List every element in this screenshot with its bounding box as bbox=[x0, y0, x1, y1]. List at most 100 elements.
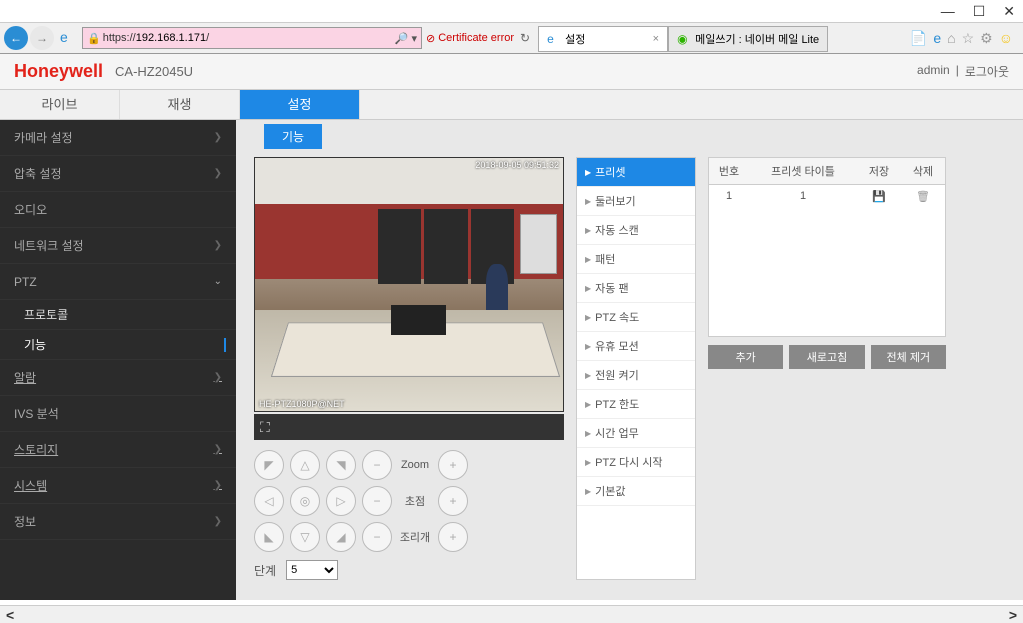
sidebar-item-info[interactable]: 정보❯ bbox=[0, 504, 236, 540]
app-header: Honeywell CA-HZ2045U admin | 로그아웃 bbox=[0, 54, 1023, 90]
home-icon[interactable]: ⌂ bbox=[947, 30, 955, 46]
func-item-limit[interactable]: ▶PTZ 한도 bbox=[577, 390, 695, 419]
triangle-icon: ▶ bbox=[585, 168, 591, 177]
osd-time: 2018-09-05 09:51:32 bbox=[475, 160, 559, 170]
func-item-tour[interactable]: ▶둘러보기 bbox=[577, 187, 695, 216]
preset-body[interactable]: 1 1 💾 🗑 bbox=[709, 185, 945, 335]
zoom-out-button[interactable]: − bbox=[362, 450, 392, 480]
func-item-pattern[interactable]: ▶패턴 bbox=[577, 245, 695, 274]
back-button[interactable]: ← bbox=[4, 26, 28, 50]
ptz-down-button[interactable]: ▽ bbox=[290, 522, 320, 552]
step-select[interactable]: 5 bbox=[286, 560, 338, 580]
col-save: 저장 bbox=[857, 158, 901, 184]
triangle-icon: ▶ bbox=[585, 429, 591, 438]
function-list: ▶프리셋 ▶둘러보기 ▶자동 스캔 ▶패턴 ▶자동 팬 ▶PTZ 속도 ▶유휴 … bbox=[576, 157, 696, 580]
sidebar-item-camera[interactable]: 카메라 설정❯ bbox=[0, 120, 236, 156]
refresh-button[interactable]: ↻ bbox=[520, 31, 530, 45]
model-label: CA-HZ2045U bbox=[115, 64, 193, 79]
focus-out-button[interactable]: − bbox=[362, 486, 392, 516]
triangle-icon: ▶ bbox=[585, 371, 591, 380]
ptz-up-left-button[interactable]: ◤ bbox=[254, 450, 284, 480]
edge-icon[interactable]: e bbox=[933, 30, 941, 46]
sidebar-item-network[interactable]: 네트워크 설정❯ bbox=[0, 228, 236, 264]
zoom-in-button[interactable]: + bbox=[438, 450, 468, 480]
func-item-preset[interactable]: ▶프리셋 bbox=[577, 158, 695, 187]
scroll-left-icon[interactable]: < bbox=[6, 607, 14, 623]
save-icon[interactable]: 💾 bbox=[857, 185, 901, 208]
browser-tab[interactable]: ◉ 메일쓰기 : 네이버 메일 Lite bbox=[668, 26, 828, 52]
iris-open-button[interactable]: + bbox=[438, 522, 468, 552]
add-button[interactable]: 추가 bbox=[708, 345, 783, 369]
sidebar-item-compress[interactable]: 압축 설정❯ bbox=[0, 156, 236, 192]
certificate-error[interactable]: ⊘Certificate error bbox=[426, 32, 514, 45]
minimize-icon[interactable]: — bbox=[941, 3, 955, 19]
triangle-icon: ▶ bbox=[585, 487, 591, 496]
address-bar[interactable]: 🔒 https://192.168.1.171/ 🔎 ▾ bbox=[82, 27, 422, 49]
chevron-right-icon: ❯ bbox=[214, 168, 222, 179]
fullscreen-icon[interactable]: ⛶ bbox=[260, 419, 270, 436]
forward-button[interactable]: → bbox=[30, 26, 54, 50]
preset-row[interactable]: 1 1 💾 🗑 bbox=[709, 185, 945, 208]
ptz-controls: ◤ △ ◥ − Zoom + ◁ ◎ ▷ − 초점 + bbox=[254, 450, 564, 580]
content-area: 기능 HE-PTZ1080P@NET 2018-09-05 09:51:32 bbox=[236, 120, 1023, 600]
sidebar-item-ivs[interactable]: IVS 분석 bbox=[0, 396, 236, 432]
tab-title: 설정 bbox=[565, 31, 585, 47]
func-item-speed[interactable]: ▶PTZ 속도 bbox=[577, 303, 695, 332]
favorites-icon[interactable]: ☆ bbox=[962, 30, 975, 47]
tools-icon[interactable]: ⚙ bbox=[980, 30, 993, 47]
focus-label: 초점 bbox=[398, 493, 432, 509]
triangle-icon: ▶ bbox=[585, 313, 591, 322]
sidebar-item-alarm[interactable]: 알람❯ bbox=[0, 360, 236, 396]
triangle-icon: ▶ bbox=[585, 342, 591, 351]
ptz-left-button[interactable]: ◁ bbox=[254, 486, 284, 516]
tab-setup[interactable]: 설정 bbox=[240, 90, 360, 119]
ptz-down-left-button[interactable]: ◣ bbox=[254, 522, 284, 552]
search-dropdown-icon[interactable]: 🔎 ▾ bbox=[395, 32, 417, 45]
osd-text: HE-PTZ1080P@NET bbox=[259, 399, 345, 409]
triangle-icon: ▶ bbox=[585, 458, 591, 467]
horizontal-scrollbar[interactable]: < > bbox=[0, 605, 1023, 623]
sidebar-item-system[interactable]: 시스템❯ bbox=[0, 468, 236, 504]
browser-tab-active[interactable]: e 설정 × bbox=[538, 26, 668, 52]
maximize-icon[interactable]: ☐ bbox=[973, 3, 986, 20]
smiley-icon[interactable]: ☺ bbox=[999, 30, 1013, 46]
remove-all-button[interactable]: 전체 제거 bbox=[871, 345, 946, 369]
preset-header: 번호 프리셋 타이틀 저장 삭제 bbox=[709, 158, 945, 185]
tab-favicon-naver: ◉ bbox=[677, 32, 691, 46]
delete-icon[interactable]: 🗑 bbox=[901, 185, 945, 208]
func-item-autopan[interactable]: ▶자동 팬 bbox=[577, 274, 695, 303]
iris-close-button[interactable]: − bbox=[362, 522, 392, 552]
sidebar-sub-function[interactable]: 기능 bbox=[0, 330, 236, 360]
main-tabs: 라이브 재생 설정 bbox=[0, 90, 1023, 120]
chevron-right-icon: ❯ bbox=[214, 240, 222, 251]
pin-icon[interactable]: 📄 bbox=[910, 30, 927, 47]
func-item-idle[interactable]: ▶유휴 모션 bbox=[577, 332, 695, 361]
sidebar-item-storage[interactable]: 스토리지❯ bbox=[0, 432, 236, 468]
preset-buttons: 추가 새로고침 전체 제거 bbox=[708, 345, 946, 369]
focus-in-button[interactable]: + bbox=[438, 486, 468, 516]
preset-num: 1 bbox=[709, 185, 749, 208]
ptz-center-button[interactable]: ◎ bbox=[290, 486, 320, 516]
sidebar-item-ptz[interactable]: PTZ⌄ bbox=[0, 264, 236, 300]
sidebar-sub-protocol[interactable]: 프로토콜 bbox=[0, 300, 236, 330]
scroll-right-icon[interactable]: > bbox=[1009, 607, 1017, 623]
tab-close-icon[interactable]: × bbox=[653, 33, 659, 45]
func-item-default[interactable]: ▶기본값 bbox=[577, 477, 695, 506]
refresh-button[interactable]: 새로고침 bbox=[789, 345, 864, 369]
func-item-timetask[interactable]: ▶시간 업무 bbox=[577, 419, 695, 448]
ptz-up-button[interactable]: △ bbox=[290, 450, 320, 480]
chevron-down-icon: ⌄ bbox=[214, 276, 222, 287]
ptz-down-right-button[interactable]: ◢ bbox=[326, 522, 356, 552]
close-icon[interactable]: ✕ bbox=[1003, 3, 1015, 20]
tab-live[interactable]: 라이브 bbox=[0, 90, 120, 119]
ptz-up-right-button[interactable]: ◥ bbox=[326, 450, 356, 480]
func-item-powerup[interactable]: ▶전원 켜기 bbox=[577, 361, 695, 390]
sidebar-item-audio[interactable]: 오디오 bbox=[0, 192, 236, 228]
video-preview[interactable]: HE-PTZ1080P@NET 2018-09-05 09:51:32 bbox=[254, 157, 564, 412]
ptz-right-button[interactable]: ▷ bbox=[326, 486, 356, 516]
func-item-restart[interactable]: ▶PTZ 다시 시작 bbox=[577, 448, 695, 477]
url-prefix: https:// bbox=[103, 32, 136, 44]
tab-playback[interactable]: 재생 bbox=[120, 90, 240, 119]
func-item-scan[interactable]: ▶자동 스캔 bbox=[577, 216, 695, 245]
logout-link[interactable]: 로그아웃 bbox=[965, 63, 1009, 80]
